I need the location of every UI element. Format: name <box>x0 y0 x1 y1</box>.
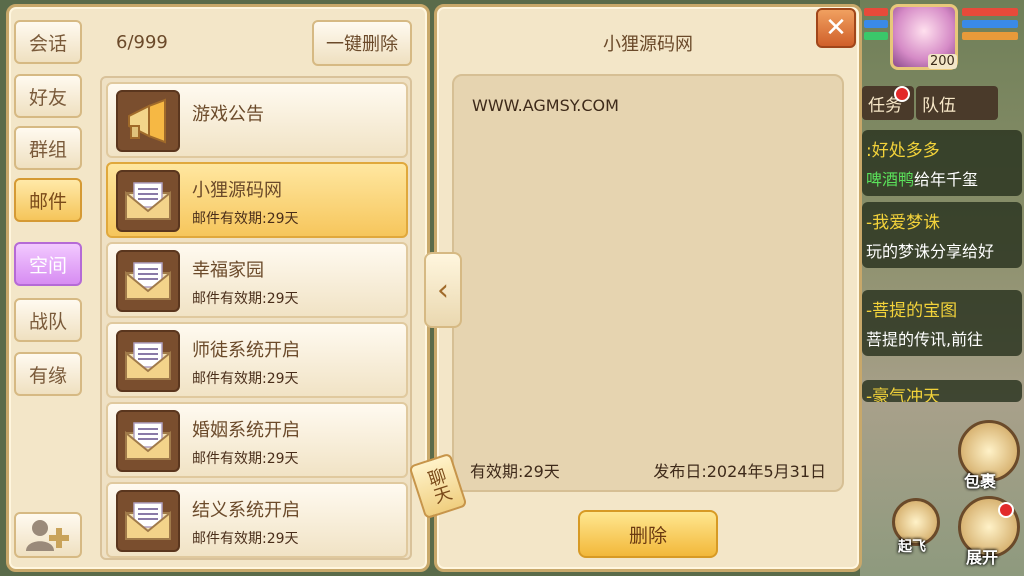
mp-bar-left <box>864 20 888 28</box>
hp-bar <box>962 8 1018 16</box>
mail-expiry: 邮件有效期:29天 <box>192 211 299 227</box>
envelope-icon <box>116 330 180 392</box>
delete-all-button[interactable]: 一键删除 <box>312 20 412 66</box>
mail-detail-body: WWW.AGMSY.COM <box>472 96 619 115</box>
chat-message[interactable]: -菩提的宝图 菩提的传讯,前往 <box>862 290 1022 356</box>
envelope-icon <box>116 490 180 552</box>
add-friend-icon <box>26 520 69 551</box>
mail-item[interactable]: 幸福家园 邮件有效期:29天 <box>106 242 408 318</box>
chat-text: 玩的梦诛分享给好 <box>866 242 995 261</box>
chat-text-body: 给年千玺 <box>914 170 979 189</box>
notification-dot <box>894 86 910 102</box>
mail-item[interactable]: 婚姻系统开启 邮件有效期:29天 <box>106 402 408 478</box>
chat-channel: :好处多多 <box>866 141 940 161</box>
megaphone-icon <box>116 90 180 152</box>
mail-expiry: 邮件有效期:29天 <box>192 531 299 547</box>
chevron-left-icon: ‹ <box>437 272 449 308</box>
tab-groups[interactable]: 群组 <box>14 126 82 170</box>
mail-detail-content: WWW.AGMSY.COM 有效期:29天 发布日:2024年5月31日 <box>452 74 844 492</box>
mail-expiry: 邮件有效期:29天 <box>192 291 299 307</box>
chat-channel: -菩提的宝图 <box>866 301 958 321</box>
tab-team[interactable]: 战队 <box>14 298 82 342</box>
envelope-icon <box>116 170 180 232</box>
delete-button[interactable]: 删除 <box>578 510 718 558</box>
mail-title: 师徒系统开启 <box>192 340 300 361</box>
close-button[interactable]: ✕ <box>816 8 856 48</box>
mail-detail-expiry: 有效期:29天 <box>470 462 560 481</box>
tab-session[interactable]: 会话 <box>14 20 82 64</box>
mail-item-selected[interactable]: 小狸源码网 邮件有效期:29天 <box>106 162 408 238</box>
chat-text: 啤酒鸭给年千玺 <box>866 166 978 190</box>
chat-message[interactable]: -我爱梦诛 玩的梦诛分享给好 <box>862 202 1022 268</box>
mail-title: 婚姻系统开启 <box>192 420 300 441</box>
envelope-icon <box>116 250 180 312</box>
notification-dot <box>998 502 1014 518</box>
chat-sender: 啤酒鸭 <box>866 170 915 189</box>
expand-label: 展开 <box>966 548 999 567</box>
add-friend-button[interactable] <box>14 512 82 558</box>
tab-space[interactable]: 空间 <box>14 242 82 286</box>
mail-item[interactable]: 结义系统开启 邮件有效期:29天 <box>106 482 408 558</box>
mail-detail-title: 小狸源码网 <box>603 34 693 55</box>
mail-list: 游戏公告 小狸源码网 邮件有效期:29天 幸福家园 邮件有效期:29天 师徒系统… <box>100 76 412 560</box>
chat-message[interactable]: -豪气冲天 <box>862 380 1022 402</box>
envelope-icon <box>116 410 180 472</box>
mail-title: 小狸源码网 <box>192 180 282 201</box>
mp-bar <box>962 20 1018 28</box>
tab-friends[interactable]: 好友 <box>14 74 82 118</box>
mail-item-announcement[interactable]: 游戏公告 <box>106 82 408 158</box>
mail-title: 结义系统开启 <box>192 500 300 521</box>
mail-detail-date: 发布日:2024年5月31日 <box>653 462 826 481</box>
mail-item[interactable]: 师徒系统开启 邮件有效期:29天 <box>106 322 408 398</box>
chat-channel: -豪气冲天 <box>866 387 941 402</box>
fly-label: 起飞 <box>898 539 926 555</box>
hp-bar-left <box>864 8 888 16</box>
bag-label: 包裹 <box>964 472 997 491</box>
chat-text: 菩提的传讯,前往 <box>866 330 984 349</box>
mail-count: 6/999 <box>116 32 168 53</box>
collapse-button[interactable]: ‹ <box>424 252 462 328</box>
mail-expiry: 邮件有效期:29天 <box>192 451 299 467</box>
player-level: 200 <box>928 54 957 69</box>
tab-team-hud[interactable]: 队伍 <box>916 86 998 120</box>
exp-bar-left <box>864 32 888 40</box>
rage-bar <box>962 32 1018 40</box>
mail-title: 幸福家园 <box>192 260 264 281</box>
tab-affinity[interactable]: 有缘 <box>14 352 82 396</box>
chat-channel: -我爱梦诛 <box>866 213 941 233</box>
close-icon: ✕ <box>825 13 847 43</box>
chat-message[interactable]: :好处多多 啤酒鸭给年千玺 <box>862 130 1022 196</box>
tab-mail[interactable]: 邮件 <box>14 178 82 222</box>
mail-title: 游戏公告 <box>192 104 264 125</box>
mail-expiry: 邮件有效期:29天 <box>192 371 299 387</box>
